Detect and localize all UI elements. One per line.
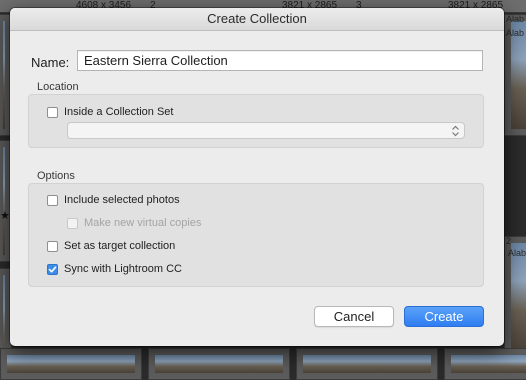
sync-lightroom-option[interactable]: Sync with Lightroom CC: [47, 262, 182, 276]
include-selected-photos-option[interactable]: Include selected photos: [47, 193, 180, 207]
set-target-collection-checkbox[interactable]: [47, 240, 58, 252]
grid-count-text: 2: [506, 236, 512, 246]
grid-caption-text: Alab: [506, 14, 525, 24]
options-section-title: Options: [37, 170, 75, 182]
location-section-title: Location: [37, 81, 79, 93]
checkmark-icon: [48, 265, 57, 272]
include-selected-photos-checkbox[interactable]: [47, 194, 58, 206]
grid-caption-text: Alab: [508, 248, 526, 258]
grid-caption-text: Alab: [506, 28, 525, 38]
set-target-collection-label: Set as target collection: [64, 240, 176, 252]
sync-lightroom-label: Sync with Lightroom CC: [64, 263, 182, 275]
create-collection-dialog: Create Collection Name: Eastern Sierra C…: [10, 8, 504, 346]
cancel-button[interactable]: Cancel: [314, 306, 394, 327]
inside-collection-set-checkbox[interactable]: [47, 106, 58, 118]
name-label: Name:: [31, 55, 70, 70]
rating-star-icon: ★: [0, 210, 10, 222]
make-virtual-copies-option[interactable]: Make new virtual copies: [67, 216, 201, 230]
chevron-updown-icon: [452, 125, 459, 137]
inside-collection-set-label: Inside a Collection Set: [64, 106, 174, 118]
inside-collection-set-option[interactable]: Inside a Collection Set: [47, 105, 173, 119]
dialog-title: Create Collection: [10, 8, 504, 31]
set-target-collection-option[interactable]: Set as target collection: [47, 239, 175, 253]
make-virtual-copies-checkbox[interactable]: [67, 217, 78, 229]
grid-thumbnail[interactable]: [0, 348, 142, 380]
make-virtual-copies-label: Make new virtual copies: [84, 217, 202, 229]
include-selected-photos-label: Include selected photos: [64, 194, 180, 206]
grid-thumbnail[interactable]: [444, 348, 526, 380]
location-group-box: [28, 94, 484, 148]
collection-name-input[interactable]: Eastern Sierra Collection: [77, 50, 483, 71]
grid-thumbnail[interactable]: [148, 348, 290, 380]
sync-lightroom-checkbox[interactable]: [47, 263, 58, 275]
grid-thumbnail[interactable]: [296, 348, 438, 380]
create-button[interactable]: Create: [404, 306, 484, 327]
collection-set-select[interactable]: [67, 122, 465, 139]
